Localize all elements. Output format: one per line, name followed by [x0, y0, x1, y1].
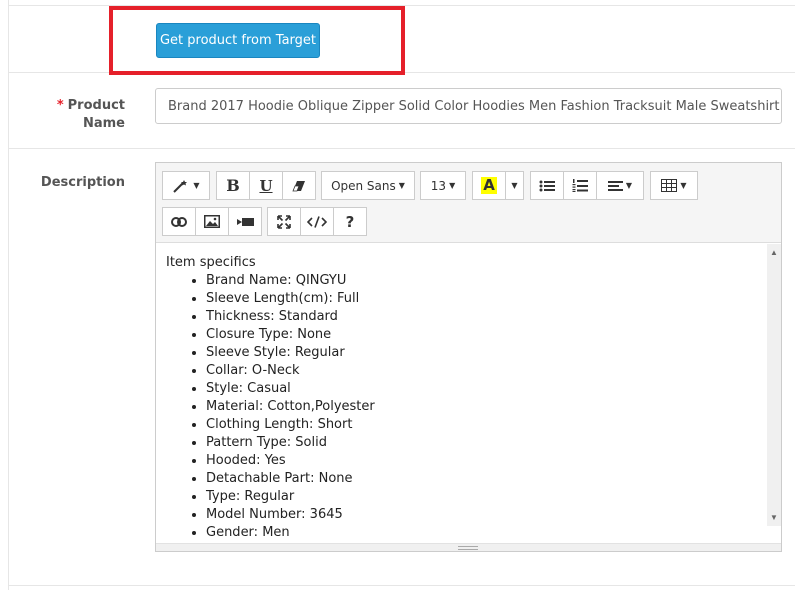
editor-resize-handle[interactable]: [156, 543, 781, 551]
list-item: Brand Name: QINGYU: [206, 272, 757, 290]
style-magic-wand-button[interactable]: ▼: [162, 171, 210, 200]
chevron-down-icon: ▼: [511, 181, 518, 190]
chevron-down-icon: ▼: [398, 181, 405, 190]
magic-wand-icon: [173, 179, 188, 193]
list-item: Gender: Men: [206, 524, 757, 542]
clear-format-button[interactable]: [282, 171, 316, 200]
description-label: Description: [40, 175, 125, 190]
chevron-down-icon: ▼: [625, 181, 633, 190]
editor-content[interactable]: Item specifics Brand Name: QINGYUSleeve …: [156, 244, 767, 544]
chevron-down-icon: ▼: [449, 181, 456, 190]
code-view-button[interactable]: [300, 207, 334, 236]
bullet-list-icon: [539, 180, 555, 191]
editor-scrollbar[interactable]: ▲ ▼: [767, 244, 781, 526]
grip-icon: [458, 546, 478, 550]
insert-link-button[interactable]: [162, 207, 196, 236]
description-editor: ▼ B U Open Sans ▼ 13 ▼ A ▼ ▼ ▼ ? Item sp…: [155, 162, 782, 552]
divider: [8, 148, 795, 149]
help-button[interactable]: ?: [333, 207, 367, 236]
left-border: [8, 0, 9, 590]
list-item: Type: Regular: [206, 488, 757, 506]
bold-button[interactable]: B: [216, 171, 250, 200]
divider: [8, 585, 795, 586]
list-item: Material: Cotton,Polyester: [206, 398, 757, 416]
text-color-button[interactable]: A: [472, 171, 506, 200]
product-name-input[interactable]: Brand 2017 Hoodie Oblique Zipper Solid C…: [155, 88, 782, 124]
editor-toolbar: ▼ B U Open Sans ▼ 13 ▼ A ▼ ▼ ▼ ?: [156, 163, 781, 243]
table-icon: [661, 179, 678, 192]
text-color-dropdown-button[interactable]: ▼: [505, 171, 524, 200]
code-icon: [307, 215, 327, 228]
list-item: Thickness: Standard: [206, 308, 757, 326]
scroll-down-icon[interactable]: ▼: [770, 513, 778, 522]
get-product-from-target-button[interactable]: Get product from Target: [156, 23, 320, 58]
list-item: Clothing Length: Short: [206, 416, 757, 434]
font-color-icon: A: [481, 176, 497, 194]
video-icon: [236, 217, 254, 226]
eraser-icon: [292, 180, 305, 191]
font-family-select[interactable]: Open Sans ▼: [321, 171, 415, 200]
unordered-list-button[interactable]: [530, 171, 564, 200]
numbered-list-icon: [572, 179, 588, 192]
font-size-select[interactable]: 13 ▼: [420, 171, 466, 200]
list-item: Pattern Type: Solid: [206, 434, 757, 452]
product-name-label: * Product Name: [56, 98, 125, 131]
insert-table-button[interactable]: ▼: [650, 171, 698, 200]
list-item: Closure Type: None: [206, 326, 757, 344]
link-icon: [171, 216, 187, 227]
list-item: Model Number: 3645: [206, 506, 757, 524]
list-item: Detachable Part: None: [206, 470, 757, 488]
content-title: Item specifics: [166, 255, 256, 270]
list-item: Sleeve Length(cm): Full: [206, 290, 757, 308]
insert-video-button[interactable]: [228, 207, 262, 236]
chevron-down-icon: ▼: [680, 181, 687, 190]
required-mark: *: [56, 98, 64, 113]
paragraph-align-button[interactable]: ▼: [596, 171, 644, 200]
fullscreen-button[interactable]: [267, 207, 301, 236]
item-specifics-list: Brand Name: QINGYUSleeve Length(cm): Ful…: [166, 272, 757, 542]
list-item: Style: Casual: [206, 380, 757, 398]
chevron-down-icon: ▼: [193, 181, 200, 190]
insert-image-button[interactable]: [195, 207, 229, 236]
list-item: Collar: O-Neck: [206, 362, 757, 380]
ordered-list-button[interactable]: [563, 171, 597, 200]
scroll-up-icon[interactable]: ▲: [770, 248, 778, 257]
list-item: Sleeve Style: Regular: [206, 344, 757, 362]
list-item: Hooded: Yes: [206, 452, 757, 470]
fullscreen-icon: [277, 214, 291, 229]
underline-button[interactable]: U: [249, 171, 283, 200]
align-left-icon: [607, 180, 623, 191]
image-icon: [204, 215, 220, 228]
